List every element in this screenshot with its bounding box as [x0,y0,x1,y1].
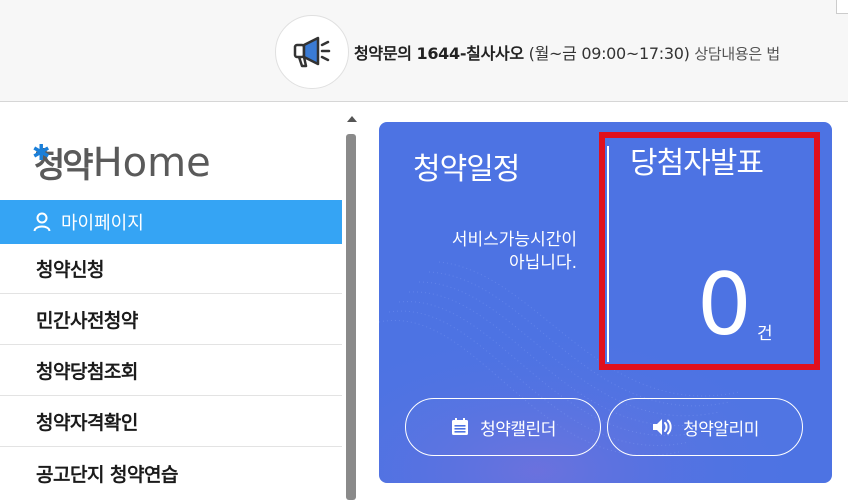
schedule-title[interactable]: 청약일정 [413,144,520,188]
megaphone-icon-circle [275,15,349,89]
top-right-edge [836,0,848,14]
sidebar-item-mypage[interactable]: 마이페이지 [0,200,342,244]
logo-english: Home [92,140,211,186]
notice-phone: 1644-칠사사오 [416,44,524,63]
sidebar-item-private-pre-subscription[interactable]: 민간사전청약 [0,295,342,345]
notice-bar: 청약문의 1644-칠사사오 (월~금 09:00~17:30) 상담내용은 법 [0,0,848,102]
notice-hours: (월~금 09:00~17:30) [528,44,690,63]
sidebar: ✱ 청약 Home 마이페이지 청약신청 민간사전청약 청약당첨조회 청약자격확… [0,103,342,500]
sidebar-item-label: 민간사전청약 [36,310,138,332]
service-unavailable-message: 서비스가능시간이 아닙니다. [451,230,577,273]
logo-star-icon: ✱ [32,141,51,166]
speaker-icon [653,419,672,435]
sidebar-scrollbar[interactable] [343,110,359,500]
calendar-button-label: 청약캘린더 [480,419,556,440]
highlight-box [599,132,820,370]
notice-extra: 상담내용은 법 [694,45,780,63]
scrollbar-thumb[interactable] [346,134,356,500]
sidebar-item-apply[interactable]: 청약신청 [0,244,342,294]
sidebar-item-practice[interactable]: 공고단지 청약연습 [0,448,342,498]
sidebar-item-label: 청약신청 [36,259,104,281]
calendar-button[interactable]: 청약캘린더 [405,398,601,456]
notice-prefix: 청약문의 [354,44,412,63]
inquiry-notice: 청약문의 1644-칠사사오 (월~금 09:00~17:30) 상담내용은 법 [354,40,780,64]
logo-korean: ✱ 청약 [32,141,94,186]
megaphone-icon [293,36,331,68]
calendar-icon [452,418,469,435]
user-icon [33,212,51,232]
sidebar-item-label: 청약당첨조회 [36,361,138,383]
sidebar-item-winner-lookup[interactable]: 청약당첨조회 [0,346,342,396]
alert-button-label: 청약알리미 [683,419,759,440]
sidebar-item-eligibility-check[interactable]: 청약자격확인 [0,397,342,447]
sidebar-item-label: 공고단지 청약연습 [36,463,178,486]
sidebar-item-label: 청약자격확인 [36,412,138,434]
site-logo[interactable]: ✱ 청약 Home [32,133,211,186]
sidebar-item-label: 마이페이지 [61,213,144,234]
alert-button[interactable]: 청약알리미 [607,398,803,456]
scroll-up-arrow-icon[interactable] [347,116,357,122]
